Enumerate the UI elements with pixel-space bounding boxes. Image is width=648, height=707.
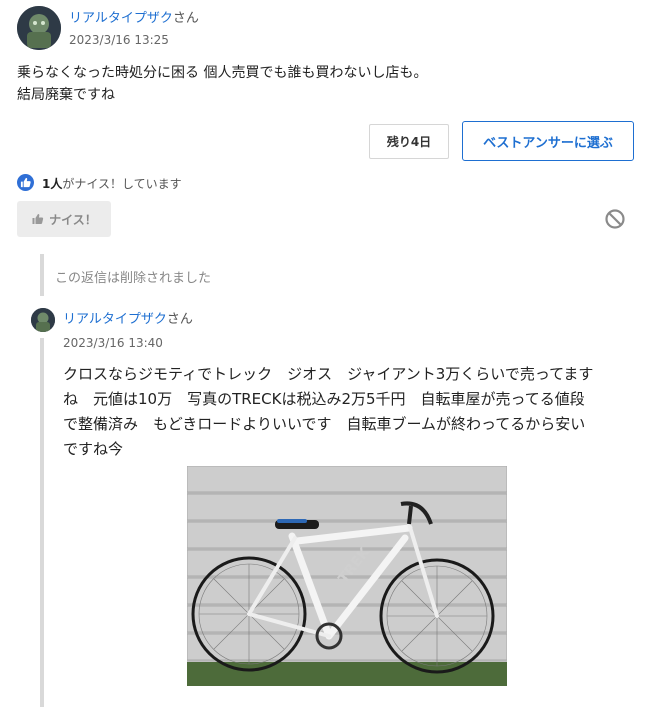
answer-username-honorific: さん: [172, 11, 199, 26]
best-answer-button[interactable]: ベストアンサーに選ぶ: [462, 121, 634, 161]
reply-username[interactable]: リアルタイプザクさん: [63, 308, 193, 327]
avatar-image: [17, 6, 61, 50]
avatar[interactable]: [17, 6, 61, 50]
nice-count-suffix: がナイス！しています: [62, 177, 182, 191]
bicycle-photo-image: TREK: [186, 465, 508, 686]
remaining-days-badge: 残り4日: [369, 124, 449, 159]
prohibit-icon[interactable]: [604, 208, 626, 230]
nice-count-text: 1人がナイス！しています: [42, 175, 182, 192]
reply-body-line: ね 元値は10万 写真のTRECKは税込み2万5千円 自転車屋が売ってる値段: [63, 390, 585, 408]
reply-body-line: クロスならジモティでトレック ジオス ジャイアント3万くらいで売ってます: [63, 365, 594, 383]
reply-body: クロスならジモティでトレック ジオス ジャイアント3万くらいで売ってます ね 元…: [63, 362, 638, 462]
reply-body-line: で整備済み もどきロードよりいいです 自転車ブームが終わってるから安い: [63, 415, 586, 433]
answer-username-name[interactable]: リアルタイプザク: [69, 11, 173, 26]
answer-username[interactable]: リアルタイプザクさん: [69, 7, 199, 26]
reply-body-line: ですね今: [63, 440, 124, 458]
answer-body-line: 乗らなくなった時処分に困る 個人売買でも誰も買わないし店も。: [17, 65, 428, 81]
nice-count: 1人: [42, 177, 63, 191]
nice-button[interactable]: ナイス！: [17, 201, 111, 237]
reply-avatar[interactable]: [31, 308, 55, 332]
answer-date: 2023/3/16 13:25: [69, 33, 169, 47]
thumbs-up-icon: [32, 214, 44, 224]
deleted-reply-text: この返信は削除されました: [55, 271, 212, 286]
reply-avatar-image: [31, 308, 55, 332]
thumbs-up-badge-icon: [17, 174, 34, 191]
answer-body: 乗らなくなった時処分に困る 個人売買でも誰も買わないし店も。 結局廃棄ですね: [17, 62, 627, 106]
answer-body-line: 結局廃棄ですね: [17, 87, 115, 103]
nice-button-label: ナイス！: [49, 212, 97, 227]
reply-date: 2023/3/16 13:40: [63, 336, 163, 350]
thread-line: [40, 338, 44, 707]
thread-line: [40, 254, 44, 296]
reply-username-name[interactable]: リアルタイプザク: [63, 312, 167, 327]
bicycle-photo[interactable]: TREK: [186, 465, 508, 686]
reply-username-honorific: さん: [166, 312, 193, 327]
